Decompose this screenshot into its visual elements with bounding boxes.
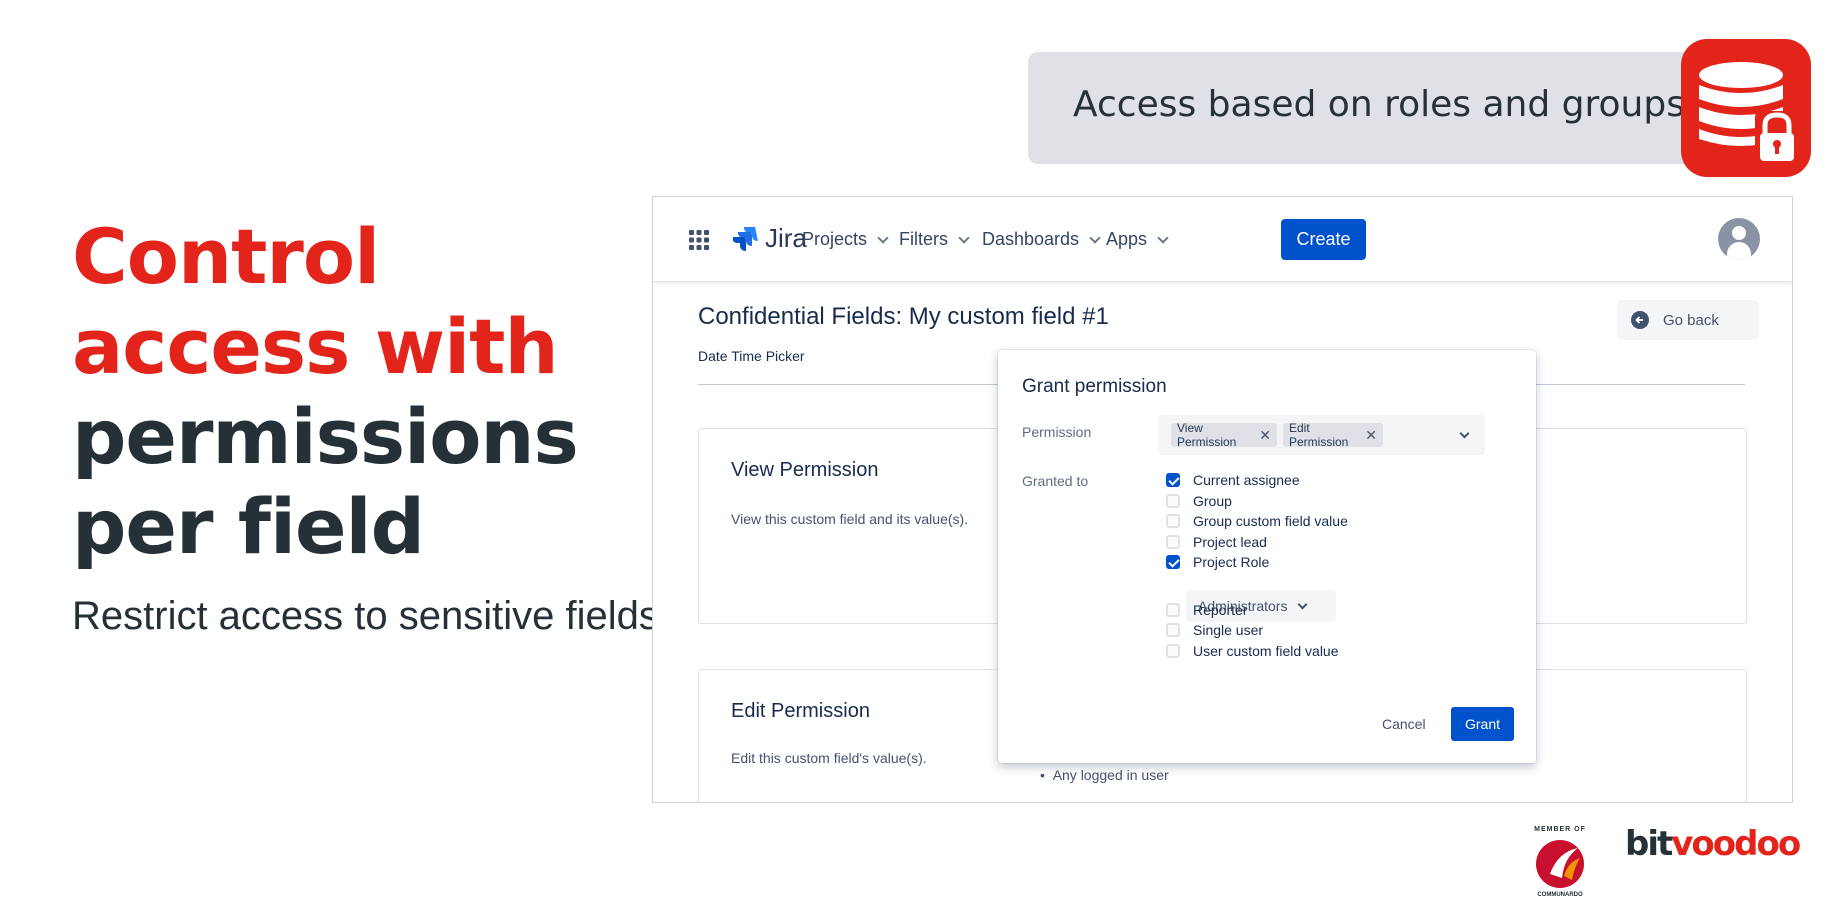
grantee-label: Any logged in user <box>1052 767 1169 783</box>
option-project-role[interactable]: Project Role <box>1166 554 1269 570</box>
permission-label: Permission <box>1022 424 1092 440</box>
headline-line-4: per field <box>72 482 425 571</box>
nav-apps-label: Apps <box>1106 229 1148 249</box>
chevron-down-icon[interactable] <box>1459 428 1470 439</box>
cancel-button[interactable]: Cancel <box>1382 716 1426 732</box>
close-icon[interactable]: ✕ <box>1365 427 1383 444</box>
tag-view-permission: View Permission ✕ <box>1171 421 1277 449</box>
chevron-down-icon <box>1157 231 1169 244</box>
nav-filters[interactable]: Filters <box>899 229 970 250</box>
user-head-icon <box>1732 226 1746 240</box>
option-group-custom-field-value[interactable]: Group custom field value <box>1166 513 1348 529</box>
subline: Restrict access to sensitive fields <box>72 594 659 638</box>
headline-line-1: Control <box>72 212 380 301</box>
communardo-text: COMMUNARDO <box>1537 892 1583 898</box>
option-label: Current assignee <box>1193 472 1300 488</box>
chevron-down-icon <box>1089 231 1101 244</box>
option-user-custom-field-value[interactable]: User custom field value <box>1166 643 1339 659</box>
user-body-icon <box>1727 242 1751 260</box>
option-label: Group custom field value <box>1193 513 1348 529</box>
tag-label: View Permission <box>1177 421 1237 449</box>
page-subtitle: Date Time Picker <box>698 348 805 364</box>
jira-logo[interactable]: Jira <box>733 223 807 254</box>
bitvoodoo-logo: bitvoodoo <box>1625 824 1801 864</box>
option-group[interactable]: Group <box>1166 493 1232 509</box>
checkbox-checked[interactable] <box>1166 473 1180 487</box>
chevron-down-icon <box>877 231 889 244</box>
checkbox[interactable] <box>1166 514 1180 528</box>
top-nav: Jira Projects Filters Dashboards Apps Cr… <box>653 197 1792 282</box>
go-back-button[interactable]: Go back <box>1617 300 1759 340</box>
permission-multiselect[interactable]: View Permission ✕ Edit Permission ✕ <box>1158 415 1485 455</box>
option-current-assignee[interactable]: Current assignee <box>1166 472 1300 488</box>
jira-brand-text: Jira <box>765 223 807 253</box>
checkbox[interactable] <box>1166 535 1180 549</box>
nav-projects[interactable]: Projects <box>802 229 889 250</box>
option-label: Single user <box>1193 622 1264 638</box>
nav-apps[interactable]: Apps <box>1106 229 1169 250</box>
grant-permission-dialog: Grant permission Permission View Permiss… <box>998 350 1536 763</box>
member-of-text: MEMBER OF <box>1534 826 1586 833</box>
headline: Control access with permissions per fiel… <box>72 212 579 572</box>
edit-permission-desc: Edit this custom field's value(s). <box>731 750 927 766</box>
chevron-down-icon <box>958 231 970 244</box>
create-button[interactable]: Create <box>1281 219 1366 260</box>
bitvoodoo-voodoo: voodoo <box>1671 824 1801 864</box>
checkbox[interactable] <box>1166 644 1180 658</box>
checkbox[interactable] <box>1166 623 1180 637</box>
option-label: User custom field value <box>1193 643 1339 659</box>
jira-window: Jira Projects Filters Dashboards Apps Cr… <box>652 196 1793 803</box>
banner-text: Access based on roles and groups <box>1073 84 1685 125</box>
edit-permission-grantee: • Any logged in user <box>1040 767 1169 783</box>
checkbox-checked[interactable] <box>1166 555 1180 569</box>
avatar[interactable] <box>1718 218 1760 260</box>
communardo-logo: MEMBER OF COMMUNARDO <box>1528 820 1592 900</box>
nav-filters-label: Filters <box>899 229 948 249</box>
tag-label: Edit Permission <box>1289 421 1349 449</box>
go-back-label: Go back <box>1663 311 1719 329</box>
option-label: Project Role <box>1193 554 1270 570</box>
checkbox[interactable] <box>1166 603 1180 617</box>
bitvoodoo-bit: bit <box>1625 824 1673 864</box>
dialog-title: Grant permission <box>1022 376 1167 397</box>
option-reporter[interactable]: Reporter <box>1166 602 1247 618</box>
option-label: Reporter <box>1193 602 1248 618</box>
app-switcher-icon[interactable] <box>689 230 709 250</box>
option-single-user[interactable]: Single user <box>1166 622 1263 638</box>
chevron-down-icon <box>1298 599 1308 609</box>
view-permission-title: View Permission <box>731 459 879 481</box>
option-label: Project lead <box>1193 534 1267 550</box>
option-project-lead[interactable]: Project lead <box>1166 534 1267 550</box>
granted-to-label: Granted to <box>1022 473 1089 489</box>
headline-line-3: permissions <box>72 392 579 481</box>
view-permission-desc: View this custom field and its value(s). <box>731 511 969 527</box>
page-title: Confidential Fields: My custom field #1 <box>698 303 1109 330</box>
edit-permission-title: Edit Permission <box>731 700 870 722</box>
tag-edit-permission: Edit Permission ✕ <box>1283 421 1383 449</box>
arrow-left-icon <box>1631 311 1649 329</box>
nav-projects-label: Projects <box>802 229 868 249</box>
option-label: Group <box>1193 493 1232 509</box>
database-lock-icon <box>1681 39 1811 177</box>
headline-line-2: access with <box>72 302 559 391</box>
nav-dashboards-label: Dashboards <box>982 229 1080 249</box>
grant-button[interactable]: Grant <box>1451 707 1514 741</box>
checkbox[interactable] <box>1166 494 1180 508</box>
jira-logo-icon <box>733 226 758 251</box>
nav-dashboards[interactable]: Dashboards <box>982 229 1101 250</box>
close-icon[interactable]: ✕ <box>1259 427 1277 444</box>
